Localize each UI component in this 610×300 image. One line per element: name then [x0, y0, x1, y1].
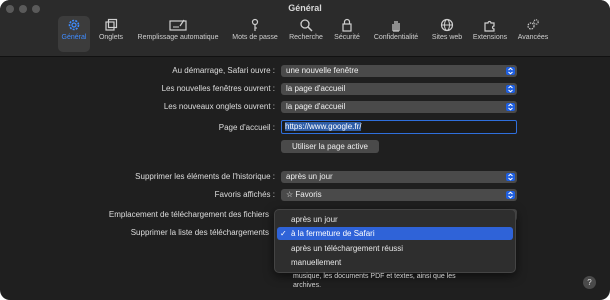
- lock-icon: [342, 18, 352, 32]
- toolbar: Général Général Onglets Remplissage auto…: [0, 0, 610, 57]
- homepage-label: Page d'accueil :: [218, 123, 275, 132]
- chevron-updown-icon: [506, 67, 515, 75]
- tab-search-label: Recherche: [289, 34, 323, 41]
- chevron-updown-icon: [506, 191, 515, 199]
- tabs-icon: [105, 18, 118, 31]
- new-tabs-label: Les nouveaux onglets ouvrent :: [163, 102, 275, 111]
- tab-advanced-label: Avancées: [517, 34, 549, 41]
- description-text: musique, les documents PDF et textes, ai…: [293, 273, 456, 289]
- remove-history-value: après un jour: [286, 172, 333, 181]
- star-icon: ☆: [286, 190, 296, 199]
- favorites-label: Favoris affichés :: [214, 190, 275, 199]
- tab-extensions-label: Extensions: [472, 34, 508, 41]
- use-current-page-button[interactable]: Utiliser la page active: [281, 140, 379, 153]
- download-location-label: Emplacement de téléchargement des fichie…: [108, 210, 269, 219]
- startup-value: une nouvelle fenêtre: [286, 66, 359, 75]
- search-icon: [300, 19, 313, 32]
- menu-item-label: manuellement: [291, 258, 342, 267]
- tab-onglets-label: Onglets: [98, 34, 124, 41]
- menu-item-label: à la fermeture de Safari: [291, 229, 375, 238]
- new-tabs-popup[interactable]: la page d'accueil: [281, 101, 517, 113]
- chevron-updown-icon: [506, 85, 515, 93]
- menu-item-on-quit[interactable]: ✓ à la fermeture de Safari: [277, 227, 513, 240]
- favorites-value: Favoris: [295, 190, 322, 199]
- key-icon: [251, 18, 259, 31]
- tab-security-label: Sécurité: [334, 34, 360, 41]
- globe-icon: [440, 18, 454, 32]
- puzzle-icon: [484, 20, 495, 32]
- tab-passwords-label: Mots de passe: [232, 34, 278, 41]
- tab-websites-label: Sites web: [431, 34, 463, 41]
- tab-general[interactable]: Général: [58, 16, 90, 52]
- gears-icon: [527, 19, 539, 30]
- chevron-updown-icon: [506, 103, 515, 111]
- tab-autofill[interactable]: Remplissage automatique: [132, 16, 224, 52]
- remove-downloads-menu: après un jour ✓ à la fermeture de Safari …: [274, 209, 516, 273]
- menu-item-after-download[interactable]: après un téléchargement réussi: [277, 242, 513, 255]
- preferences-window: Général Général Onglets Remplissage auto…: [0, 0, 610, 300]
- new-windows-popup[interactable]: la page d'accueil: [281, 83, 517, 95]
- new-windows-value: la page d'accueil: [286, 84, 346, 93]
- hand-icon: [392, 21, 400, 32]
- favorites-popup[interactable]: ☆ Favoris: [281, 189, 517, 201]
- tab-passwords[interactable]: Mots de passe: [228, 16, 282, 52]
- homepage-field[interactable]: https://www.google.fr/: [281, 120, 517, 134]
- tab-onglets[interactable]: Onglets: [95, 16, 127, 52]
- tab-autofill-label: Remplissage automatique: [137, 34, 219, 41]
- gear-icon: [68, 19, 80, 31]
- new-windows-label: Les nouvelles fenêtres ouvrent :: [161, 84, 275, 93]
- help-button[interactable]: ?: [583, 276, 596, 289]
- homepage-value: https://www.google.fr/: [285, 122, 362, 131]
- checkmark-icon: ✓: [280, 229, 287, 238]
- menu-item-label: après un jour: [291, 215, 338, 224]
- new-tabs-value: la page d'accueil: [286, 102, 346, 111]
- tab-search[interactable]: Recherche: [286, 16, 326, 52]
- remove-history-label: Supprimer les éléments de l'historique :: [135, 172, 275, 181]
- tab-advanced[interactable]: Avancées: [514, 16, 552, 52]
- tab-security[interactable]: Sécurité: [330, 16, 364, 52]
- tab-privacy-label: Confidentialité: [373, 34, 419, 41]
- autofill-icon: [169, 19, 187, 31]
- window-title: Général: [288, 3, 322, 13]
- tab-websites[interactable]: Sites web: [428, 16, 466, 52]
- tab-extensions[interactable]: Extensions: [470, 16, 510, 52]
- menu-item-after-one-day[interactable]: après un jour: [277, 213, 513, 226]
- startup-popup[interactable]: une nouvelle fenêtre: [281, 65, 517, 77]
- remove-history-popup[interactable]: après un jour: [281, 171, 517, 183]
- chevron-updown-icon: [506, 173, 515, 181]
- menu-item-manually[interactable]: manuellement: [277, 256, 513, 269]
- tab-general-label: Général: [61, 34, 87, 41]
- menu-item-label: après un téléchargement réussi: [291, 244, 404, 253]
- startup-label: Au démarrage, Safari ouvre :: [172, 66, 275, 75]
- tab-privacy[interactable]: Confidentialité: [368, 16, 424, 52]
- remove-downloads-label: Supprimer la liste des téléchargements: [130, 228, 269, 237]
